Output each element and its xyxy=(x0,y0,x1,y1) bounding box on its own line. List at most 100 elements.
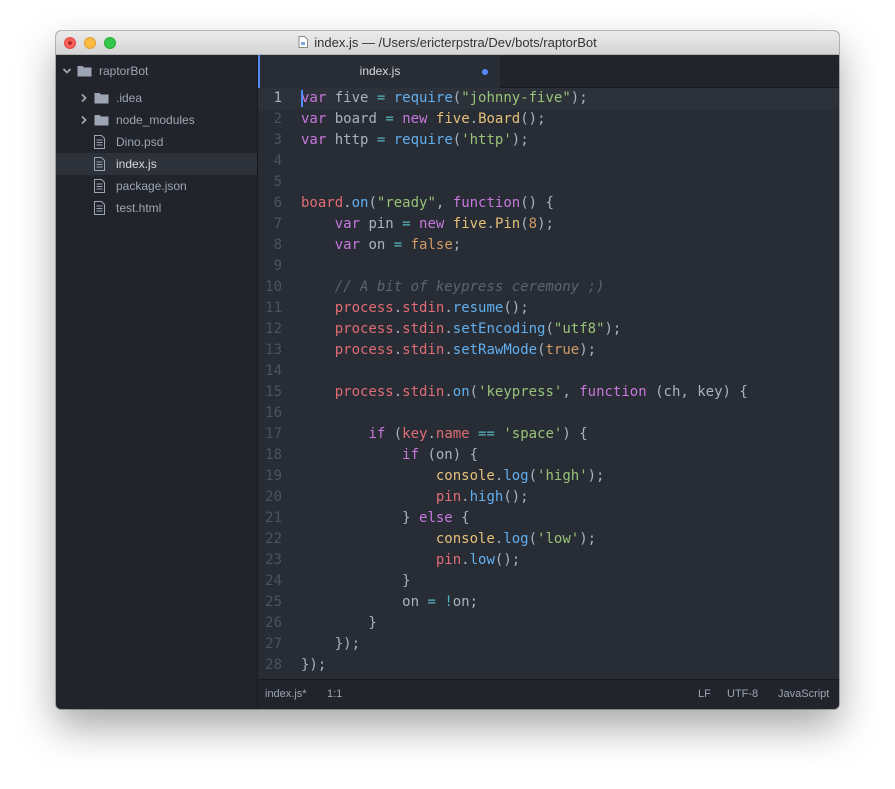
code-text: ( xyxy=(537,342,546,358)
tree-item-node-modules[interactable]: node_modules xyxy=(56,109,257,131)
function-token: high xyxy=(469,489,504,505)
literal-token: 8 xyxy=(528,216,538,232)
tree-item-index-js[interactable]: index.js xyxy=(56,153,257,175)
status-encoding[interactable]: UTF-8 xyxy=(727,680,758,708)
line-number: 25 xyxy=(265,594,282,610)
chevron-right-icon[interactable] xyxy=(79,93,89,103)
code-line[interactable]: 20 pin.high(); xyxy=(258,487,839,508)
code-line[interactable]: 22 console.log('low'); xyxy=(258,529,839,550)
code-line[interactable]: 10 // A bit of keypress ceremony ;) xyxy=(258,277,839,298)
code-line[interactable]: 12 process.stdin.setEncoding("utf8"); xyxy=(258,319,839,340)
tree-item-package-json[interactable]: package.json xyxy=(56,175,257,197)
class-token: Board xyxy=(478,111,521,127)
code-line[interactable]: 3 var http = require('http'); xyxy=(258,130,839,151)
code-line[interactable]: 2 var board = new five.Board(); xyxy=(258,109,839,130)
status-cursor-position[interactable]: 1:1 xyxy=(327,680,342,708)
code-line[interactable]: 27 }); xyxy=(258,634,839,655)
operator-token: = xyxy=(393,237,403,253)
string-token: 'keypress' xyxy=(478,384,563,400)
code-text: }); xyxy=(301,657,327,673)
code-line[interactable]: 15 process.stdin.on('keypress', function… xyxy=(258,382,839,403)
code-text: (); xyxy=(520,111,546,127)
chevron-right-icon[interactable] xyxy=(79,115,89,125)
code-text: . xyxy=(444,300,453,316)
code-line[interactable]: 26 } xyxy=(258,613,839,634)
editor-pane[interactable]: index.js 1 var five = require("johnny-fiv… xyxy=(258,55,839,680)
code-line[interactable]: 14 xyxy=(258,361,839,382)
code-line[interactable]: 8 var on = false; xyxy=(258,235,839,256)
line-source: process.stdin.setEncoding("utf8"); xyxy=(301,319,622,340)
line-number: 10 xyxy=(265,279,282,295)
code-line[interactable]: 17 if (key.name == 'space') { xyxy=(258,424,839,445)
code-text: pin xyxy=(360,216,403,232)
code-line[interactable]: 7 var pin = new five.Pin(8); xyxy=(258,214,839,235)
code-line[interactable]: 6 board.on("ready", function() { xyxy=(258,193,839,214)
code-line[interactable]: 4 xyxy=(258,151,839,172)
chevron-down-icon[interactable] xyxy=(62,66,72,76)
window-title: index.js — /Users/ericterpstra/Dev/bots/… xyxy=(314,35,597,50)
status-file-name[interactable]: index.js* xyxy=(265,680,307,708)
line-source: pin.low(); xyxy=(301,550,520,571)
code-line[interactable]: 24 } xyxy=(258,571,839,592)
literal-token: true xyxy=(545,342,580,358)
status-line-ending[interactable]: LF xyxy=(698,680,711,708)
code-text: . xyxy=(427,426,436,442)
identifier-token: process xyxy=(334,321,394,337)
code-line[interactable]: 28}); xyxy=(258,655,839,676)
string-token: 'low' xyxy=(537,531,580,547)
code-text: . xyxy=(469,111,479,127)
code-text: ( xyxy=(452,90,462,106)
status-grammar[interactable]: JavaScript xyxy=(778,680,829,708)
keyword-token: if xyxy=(368,426,386,442)
code-text: ); xyxy=(587,468,605,484)
code-line[interactable]: 11 process.stdin.resume(); xyxy=(258,298,839,319)
code-line[interactable]: 13 process.stdin.setRawMode(true); xyxy=(258,340,839,361)
code-editor[interactable]: 1 var five = require("johnny-five"); 2 var … xyxy=(258,88,839,680)
code-text: ( xyxy=(545,321,554,337)
tree-root-raptorbot[interactable]: raptorBot xyxy=(56,60,257,82)
tree-view[interactable]: raptorBot .idea node_modules Dino.psd index.… xyxy=(56,55,258,709)
identifier-token: key xyxy=(402,426,428,442)
string-token: 'space' xyxy=(503,426,563,442)
comment-token: // A bit of keypress ceremony ;) xyxy=(334,279,605,295)
tree-item-idea[interactable]: .idea xyxy=(56,87,257,109)
code-line[interactable]: 19 console.log('high'); xyxy=(258,466,839,487)
line-number: 19 xyxy=(265,468,282,484)
code-line[interactable]: 18 if (on) { xyxy=(258,445,839,466)
code-line[interactable]: 16 xyxy=(258,403,839,424)
line-source: if (key.name == 'space') { xyxy=(301,424,587,445)
code-line[interactable]: 21 } else { xyxy=(258,508,839,529)
identifier-token: stdin xyxy=(402,384,445,400)
tree-item-label: .idea xyxy=(116,91,143,105)
code-line[interactable]: 9 xyxy=(258,256,839,277)
code-line[interactable]: 1 var five = require("johnny-five"); xyxy=(258,88,839,109)
tree-item-test-html[interactable]: test.html xyxy=(56,197,257,219)
line-source: if (on) { xyxy=(301,445,478,466)
code-line[interactable]: 23 pin.low(); xyxy=(258,550,839,571)
function-token: on xyxy=(351,195,369,211)
function-token: low xyxy=(469,552,495,568)
operator-token: = xyxy=(402,216,411,232)
tree-item-dino-psd[interactable]: Dino.psd xyxy=(56,131,257,153)
line-number: 26 xyxy=(265,615,282,631)
line-number: 9 xyxy=(273,258,282,274)
keyword-token: else xyxy=(419,510,453,526)
operator-token: ! xyxy=(444,594,453,610)
text-cursor xyxy=(301,90,303,107)
function-token: require xyxy=(393,90,453,106)
line-number: 13 xyxy=(265,342,282,358)
tab-index-js[interactable]: index.js xyxy=(258,55,500,88)
modified-indicator-icon[interactable] xyxy=(482,69,488,75)
code-text: . xyxy=(393,321,403,337)
function-token: on xyxy=(452,384,470,400)
code-line[interactable]: 25 on = !on; xyxy=(258,592,839,613)
code-line[interactable]: 5 xyxy=(258,172,839,193)
code-text: ( xyxy=(452,132,462,148)
line-number: 20 xyxy=(265,489,282,505)
line-source: var five = require("johnny-five"); xyxy=(301,88,588,109)
line-source: var on = false; xyxy=(301,235,461,256)
class-token: five xyxy=(452,216,487,232)
